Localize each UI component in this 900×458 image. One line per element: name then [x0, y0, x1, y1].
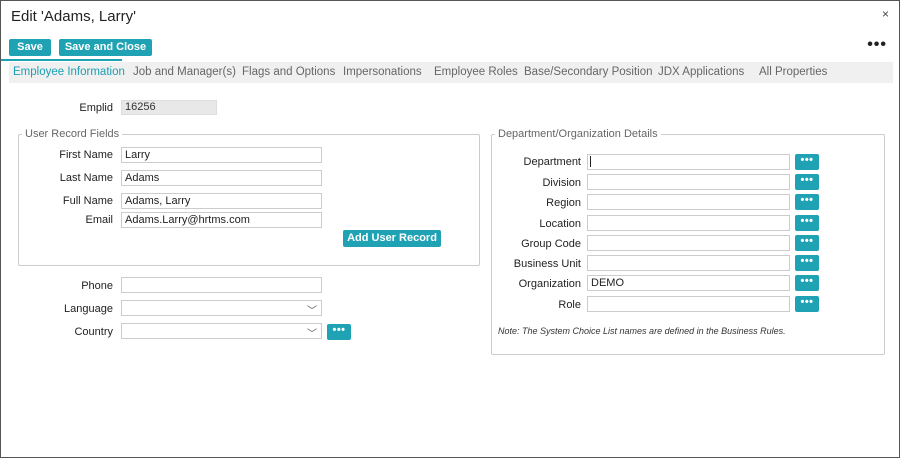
more-options-icon[interactable]: ••• — [867, 37, 887, 53]
save-and-close-button[interactable]: Save and Close — [59, 39, 152, 56]
tab-all-properties[interactable]: All Properties — [759, 62, 827, 83]
phone-label: Phone — [81, 280, 113, 292]
last-name-label: Last Name — [59, 172, 113, 184]
organization-lookup-button[interactable]: ••• — [795, 275, 819, 291]
department-field[interactable] — [587, 154, 790, 170]
full-name-label: Full Name — [62, 195, 113, 207]
emplid-field: 16256 — [121, 100, 217, 115]
role-label: Role — [558, 299, 581, 311]
tab-employee-roles[interactable]: Employee Roles — [434, 62, 518, 83]
full-name-field[interactable]: Adams, Larry — [121, 193, 322, 209]
system-choice-note: Note: The System Choice List names are d… — [498, 326, 786, 336]
dialog-title: Edit 'Adams, Larry' — [11, 8, 136, 25]
country-lookup-button[interactable]: ••• — [327, 324, 351, 340]
division-label: Division — [542, 177, 581, 189]
tab-base-secondary-position[interactable]: Base/Secondary Position — [524, 62, 653, 83]
phone-field[interactable] — [121, 277, 322, 293]
language-select[interactable]: ﹀ — [121, 300, 322, 317]
country-select[interactable]: ﹀ — [121, 323, 322, 340]
user-record-legend: User Record Fields — [25, 128, 120, 140]
division-lookup-button[interactable]: ••• — [795, 174, 819, 190]
active-tab-indicator — [1, 59, 122, 61]
group-code-lookup-button[interactable]: ••• — [795, 235, 819, 251]
tab-job-and-managers[interactable]: Job and Manager(s) — [133, 62, 236, 83]
location-lookup-button[interactable]: ••• — [795, 215, 819, 231]
region-field[interactable] — [587, 194, 790, 210]
tab-employee-information[interactable]: Employee Information — [13, 62, 125, 83]
business-unit-lookup-button[interactable]: ••• — [795, 255, 819, 271]
department-label: Department — [523, 156, 581, 168]
first-name-field[interactable]: Larry — [121, 147, 322, 163]
organization-label: Organization — [518, 278, 581, 290]
tab-jdx-applications[interactable]: JDX Applications — [658, 62, 744, 83]
group-code-label: Group Code — [521, 238, 581, 250]
country-label: Country — [74, 326, 113, 338]
tab-bar: Employee Information Job and Manager(s) … — [9, 62, 893, 83]
group-code-field[interactable] — [587, 235, 790, 251]
text-cursor — [590, 156, 591, 167]
role-field[interactable] — [587, 296, 790, 312]
add-user-record-button[interactable]: Add User Record — [343, 230, 441, 247]
chevron-down-icon: ﹀ — [307, 306, 317, 317]
chevron-down-icon: ﹀ — [307, 329, 317, 340]
business-unit-field[interactable] — [587, 255, 790, 271]
location-label: Location — [539, 218, 581, 230]
email-label: Email — [85, 214, 113, 226]
department-legend: Department/Organization Details — [498, 128, 658, 140]
business-unit-label: Business Unit — [513, 258, 581, 270]
division-field[interactable] — [587, 174, 790, 190]
region-lookup-button[interactable]: ••• — [795, 194, 819, 210]
email-field[interactable]: Adams.Larry@hrtms.com — [121, 212, 322, 228]
organization-field[interactable]: DEMO — [587, 275, 790, 291]
department-lookup-button[interactable]: ••• — [795, 154, 819, 170]
first-name-label: First Name — [59, 149, 113, 161]
save-button[interactable]: Save — [9, 39, 51, 56]
last-name-field[interactable]: Adams — [121, 170, 322, 186]
edit-dialog: Edit 'Adams, Larry' × Save Save and Clos… — [0, 0, 900, 458]
region-label: Region — [546, 197, 581, 209]
close-icon[interactable]: × — [882, 7, 889, 21]
tab-flags-and-options[interactable]: Flags and Options — [242, 62, 335, 83]
role-lookup-button[interactable]: ••• — [795, 296, 819, 312]
location-field[interactable] — [587, 215, 790, 231]
emplid-label: Emplid — [79, 102, 113, 114]
tab-impersonations[interactable]: Impersonations — [343, 62, 422, 83]
language-label: Language — [64, 303, 113, 315]
